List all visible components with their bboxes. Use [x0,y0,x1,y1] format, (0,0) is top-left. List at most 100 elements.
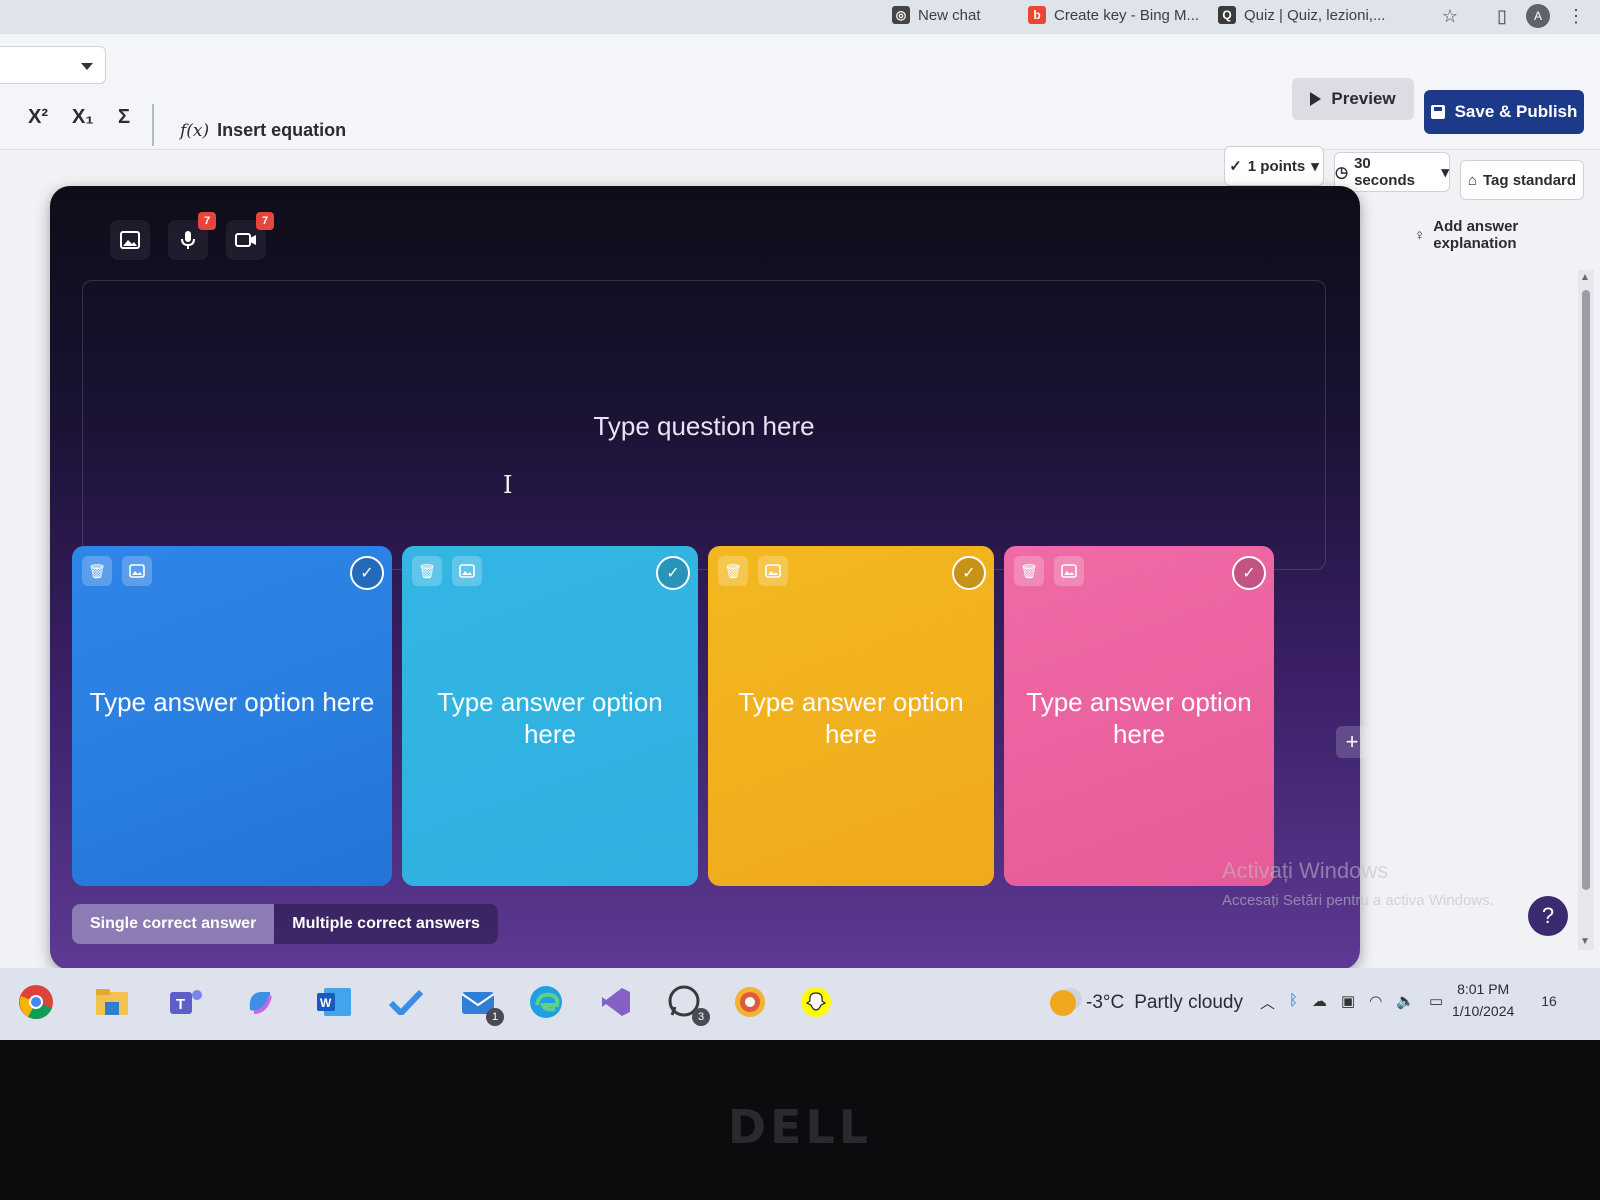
snapchat-icon[interactable] [796,982,836,1022]
time: 8:01 PM [1457,981,1510,997]
question-placeholder: Type question here [593,411,815,441]
copilot-icon[interactable] [240,982,280,1022]
answer-placeholder[interactable]: Type answer option here [418,686,682,750]
todo-icon[interactable] [386,982,426,1022]
check-icon: ✓ [360,565,374,582]
tag-standard-button[interactable]: ⌂ Tag standard [1460,160,1584,200]
tab-create-key[interactable]: b Create key - Bing M... [1028,0,1199,30]
chatgpt-icon: ◎ [892,6,910,24]
chevron-up-icon[interactable]: ︿ [1260,992,1275,1013]
battery-icon[interactable]: ▭ [1429,992,1443,1013]
answer-option[interactable]: 🗑 ✓ Type answer option here [402,546,698,886]
notification-count: 16 [1541,993,1557,1009]
tab-label: New chat [918,6,981,24]
add-video-button[interactable]: 7 [226,212,274,260]
svg-text:T: T [176,996,185,1013]
tab-label: Quiz | Quiz, lezioni,... [1244,6,1386,24]
whatsapp-icon[interactable]: 3 [664,982,710,1026]
answer-placeholder[interactable]: Type answer option here [1020,686,1258,750]
answer-option[interactable]: 🗑 ✓ Type answer option here [72,546,392,886]
tab-new-chat[interactable]: ◎ New chat [892,0,981,30]
clock[interactable]: 8:01 PM 1/10/2024 [1452,978,1514,1022]
microphone-icon [181,231,195,249]
mark-correct-button[interactable]: ✓ [350,556,384,590]
option-image-button[interactable] [122,556,152,586]
points-dropdown[interactable]: ✓ 1 points ▾ [1224,146,1324,186]
multiple-answers-toggle[interactable]: Multiple correct answers [274,904,498,944]
delete-option-button[interactable]: 🗑 [82,556,112,586]
subscript-button[interactable]: X₁ [72,106,94,129]
device-icon[interactable]: ▣ [1341,992,1355,1013]
side-panel-icon[interactable]: ▯ [1490,4,1514,28]
volume-icon[interactable]: 🔈 [1396,992,1415,1013]
save-publish-button[interactable]: Save & Publish [1424,90,1584,134]
check-icon: ✓ [1242,565,1256,582]
scroll-up-icon[interactable]: ▲ [1580,272,1590,283]
tab-quiz[interactable]: Q Quiz | Quiz, lezioni,... [1218,0,1385,30]
preview-button[interactable]: Preview [1292,78,1414,120]
explanation-label: Add answer explanation [1433,218,1519,252]
add-explanation-button[interactable]: ♀ Add answer explanation [1414,218,1600,252]
image-icon [1061,564,1077,578]
text-cursor-icon: I [503,471,513,499]
answer-placeholder[interactable]: Type answer option here [724,686,978,750]
timer-dropdown[interactable]: ◷ 30 seconds ▾ [1334,152,1450,192]
mail-badge: 1 [486,1008,504,1026]
file-explorer-icon[interactable] [92,982,132,1022]
delete-option-button[interactable]: 🗑 [412,556,442,586]
delete-option-button[interactable]: 🗑 [718,556,748,586]
whatsapp-badge: 3 [692,1008,710,1026]
add-option-button[interactable]: + [1336,726,1368,758]
mark-correct-button[interactable]: ✓ [656,556,690,590]
superscript-button[interactable]: X² [28,106,48,129]
chrome-canary-icon[interactable] [730,982,770,1022]
bluetooth-icon[interactable]: ᛒ [1289,992,1298,1013]
mark-correct-button[interactable]: ✓ [952,556,986,590]
scroll-down-icon[interactable]: ▼ [1580,936,1590,947]
add-image-button[interactable] [110,220,150,260]
word-icon[interactable]: W [314,982,354,1022]
onedrive-icon[interactable]: ☁ [1312,992,1327,1013]
question-type-select[interactable] [0,46,106,84]
profile-button[interactable]: A [1524,4,1552,28]
chevron-down-icon: ▾ [1311,158,1319,175]
insert-equation-button[interactable]: f(x) Insert equation [180,120,346,141]
sigma-button[interactable]: Σ [118,106,130,129]
help-button[interactable]: ? [1528,896,1568,936]
question-input[interactable]: Type question here I [82,280,1326,570]
insert-equation-label: Insert equation [217,120,347,140]
teams-icon[interactable]: T [166,982,206,1022]
chrome-icon[interactable] [16,982,56,1022]
single-answer-toggle[interactable]: Single correct answer [72,904,275,944]
option-image-button[interactable] [1054,556,1084,586]
notifications-button[interactable]: 16 [1534,986,1564,1016]
bing-icon: b [1028,6,1046,24]
edge-icon[interactable] [526,982,566,1022]
option-image-button[interactable] [758,556,788,586]
check-icon: ✓ [962,565,976,582]
function-icon: f(x) [180,120,210,141]
delete-option-button[interactable]: 🗑 [1014,556,1044,586]
wifi-icon[interactable]: ◠ [1369,992,1382,1013]
editor-toolbar: X² X₁ Σ f(x) Insert equation Preview Sav… [0,34,1600,200]
image-icon [129,564,145,578]
mail-icon[interactable]: 1 [458,982,504,1026]
answer-option[interactable]: 🗑 ✓ Type answer option here [708,546,994,886]
svg-text:W: W [320,996,332,1010]
check-icon: ✓ [666,565,680,582]
answer-option[interactable]: 🗑 ✓ Type answer option here [1004,546,1274,886]
weather-widget[interactable]: -3°C Partly cloudy [1050,990,1243,1016]
screen: ◎ New chat b Create key - Bing M... Q Qu… [0,0,1600,1040]
mark-correct-button[interactable]: ✓ [1232,556,1266,590]
partly-cloudy-icon [1050,990,1076,1016]
visual-studio-icon[interactable] [596,982,636,1022]
option-image-button[interactable] [452,556,482,586]
image-icon [120,231,140,249]
bookmark-star-icon[interactable]: ☆ [1436,4,1464,28]
trash-icon: 🗑 [88,562,106,579]
scrollbar-thumb[interactable] [1582,290,1590,890]
answer-placeholder[interactable]: Type answer option here [88,686,376,718]
add-audio-button[interactable]: 7 [168,212,216,260]
browser-menu-icon[interactable]: ⋮ [1566,4,1586,28]
plus-icon: + [1345,729,1359,754]
